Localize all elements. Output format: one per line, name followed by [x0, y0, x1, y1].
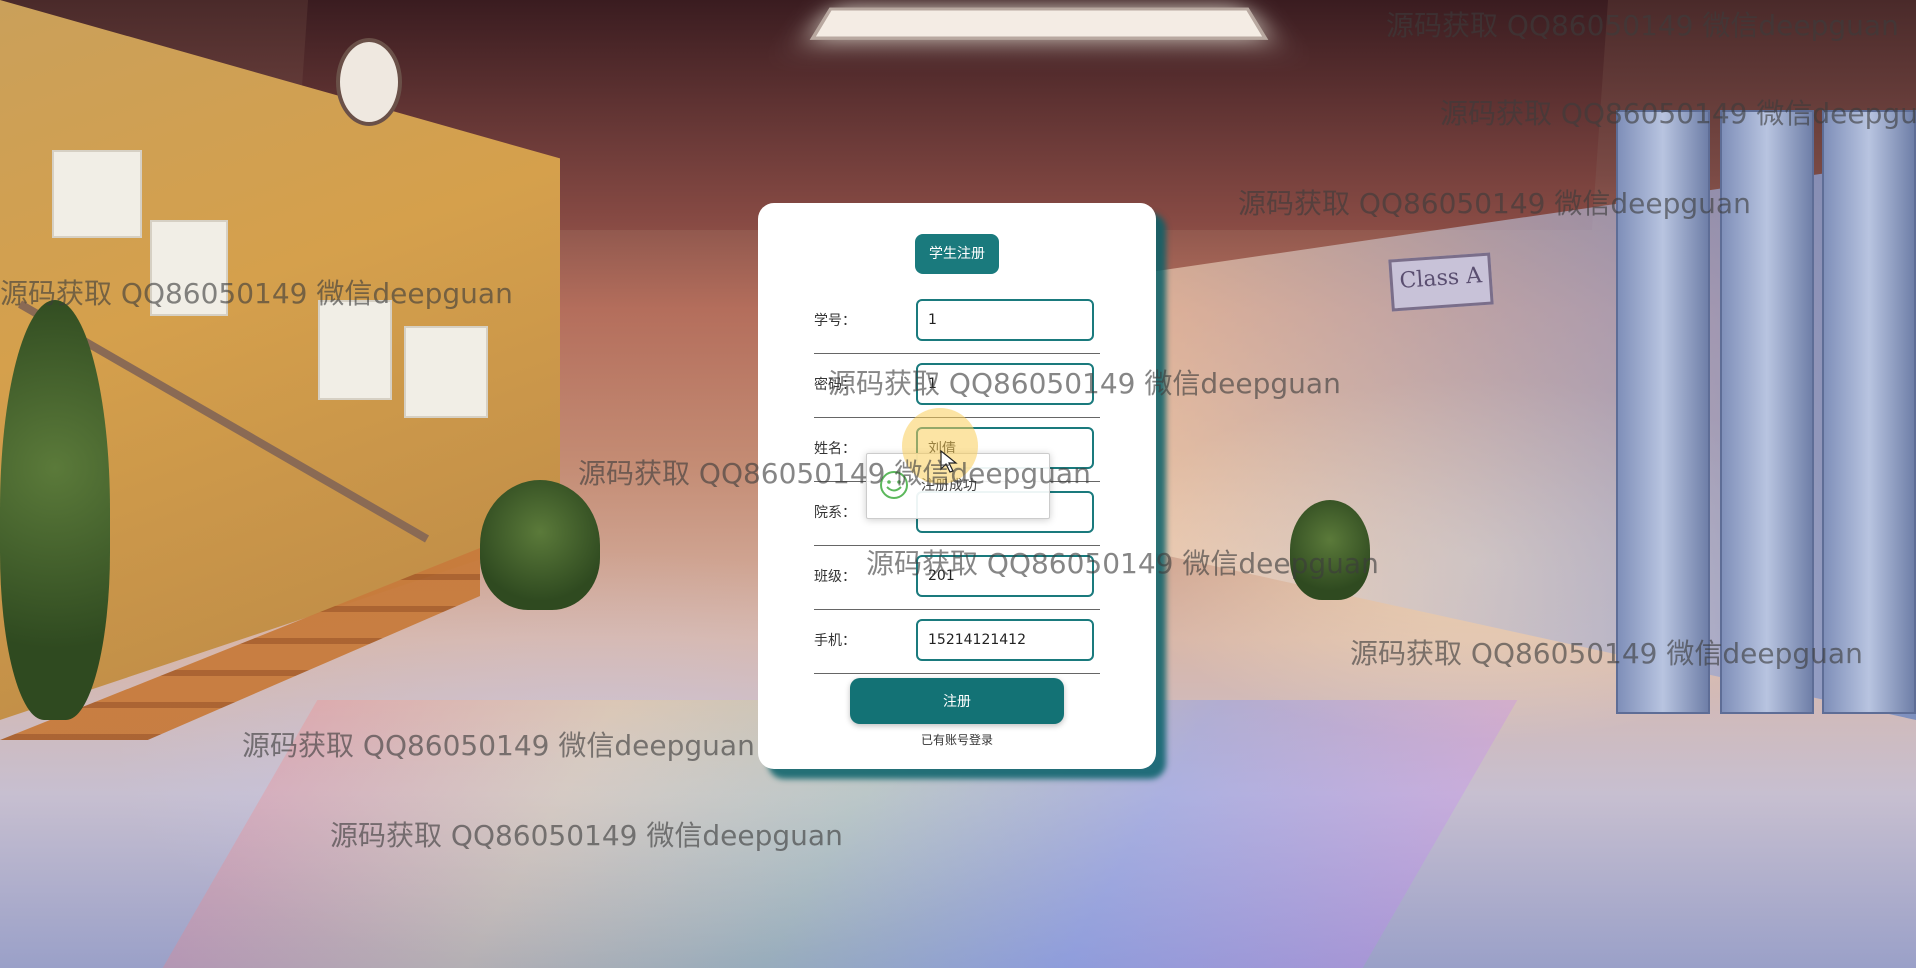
form-row-password: 密码：: [814, 353, 1100, 418]
student-id-input[interactable]: [916, 299, 1094, 341]
password-label: 密码：: [814, 377, 856, 393]
form-row-class: 班级：: [814, 545, 1100, 610]
smile-icon: [880, 471, 908, 499]
wall-poster: [52, 150, 142, 238]
wall-poster: [404, 326, 488, 418]
wall-clock-icon: [336, 38, 402, 126]
phone-input[interactable]: [916, 619, 1094, 661]
background-scene: Class A 学生注册 学号： 密码： 姓名： 院系： 班级： 手机：: [0, 0, 1916, 968]
wall-poster: [318, 300, 392, 400]
class-input[interactable]: [916, 555, 1094, 597]
mouse-cursor-icon: [940, 450, 958, 473]
register-title-button[interactable]: 学生注册: [915, 234, 999, 274]
locker: [1616, 110, 1710, 714]
student-id-label: 学号：: [814, 313, 856, 329]
locker: [1720, 110, 1814, 714]
plant: [0, 300, 110, 720]
login-link[interactable]: 已有账号登录: [758, 731, 1156, 748]
locker: [1822, 110, 1916, 714]
wall-poster: [150, 220, 228, 316]
phone-label: 手机：: [814, 633, 856, 649]
password-input[interactable]: [916, 363, 1094, 405]
ceiling-light: [809, 7, 1269, 40]
plant: [1290, 500, 1370, 600]
form-row-student-id: 学号：: [814, 289, 1100, 354]
class-sign: Class A: [1388, 252, 1494, 312]
form-row-phone: 手机：: [814, 609, 1100, 674]
class-label: 班级：: [814, 569, 856, 585]
plant: [480, 480, 600, 610]
register-submit-button[interactable]: 注册: [850, 678, 1064, 724]
